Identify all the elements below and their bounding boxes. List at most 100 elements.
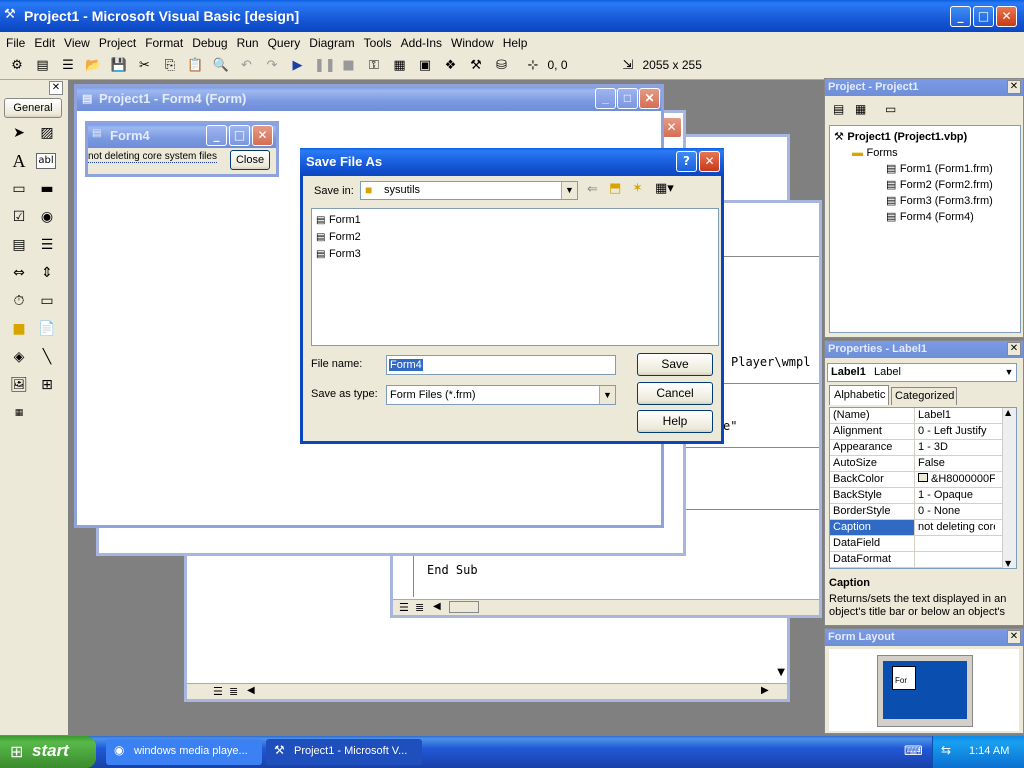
properties-icon[interactable]: ▦	[391, 57, 409, 75]
line-tool-icon[interactable]: ╲	[36, 346, 58, 368]
find-icon[interactable]: 🔍	[212, 57, 230, 75]
scroll-up-icon[interactable]: ▲	[1005, 408, 1011, 417]
code-window-back-scrollbar[interactable]: ☰ ≣ ◀ ▶	[187, 683, 787, 699]
list-item[interactable]: ▤ Form3	[316, 247, 361, 260]
undo-icon[interactable]: ↶	[238, 57, 256, 75]
property-scrollbar[interactable]: ▲ ▼	[1002, 408, 1016, 568]
scroll-down-icon[interactable]: ▼	[777, 667, 785, 678]
dialog-close-button[interactable]: ✕	[699, 151, 720, 172]
image-tool-icon[interactable]: 🖼	[8, 374, 30, 396]
form-position-thumbnail[interactable]: For	[892, 666, 916, 690]
network-icon[interactable]: ⇆	[941, 743, 951, 757]
procedure-view-icon[interactable]: ☰	[399, 601, 409, 614]
data-view-icon[interactable]: ⛁	[493, 57, 511, 75]
clock[interactable]: 1:14 AM	[969, 745, 1009, 757]
form4-close-button[interactable]: ✕	[252, 125, 273, 146]
ole-tool-icon[interactable]: ▦	[8, 402, 30, 424]
dialog-help-button[interactable]: ?	[676, 151, 697, 172]
property-row[interactable]: BackStyle 1 - Opaque	[830, 488, 1016, 504]
start-button[interactable]: ⊞ start	[0, 736, 96, 768]
tree-folder[interactable]: ▬ Forms	[852, 146, 898, 159]
property-row[interactable]: Appearance 1 - 3D	[830, 440, 1016, 456]
new-folder-icon[interactable]: ✶	[632, 181, 643, 196]
form-layout-close-icon[interactable]: ✕	[1007, 630, 1021, 644]
chevron-down-icon[interactable]: ▼	[1002, 364, 1016, 381]
property-row[interactable]: DataField	[830, 536, 1016, 552]
drivelistbox-tool-icon[interactable]: ▭	[36, 290, 58, 312]
copy-icon[interactable]: ⎘	[161, 57, 179, 75]
code-window-hscroll[interactable]: ☰ ≣ ◀	[393, 599, 819, 615]
paste-icon[interactable]: 📋	[187, 57, 205, 75]
toolbox-icon[interactable]: ⚒	[467, 57, 485, 75]
procedure-view-icon[interactable]: ☰	[213, 685, 223, 698]
toolbox-close-icon[interactable]: ✕	[49, 81, 63, 95]
timer-tool-icon[interactable]: ⏱	[8, 290, 30, 312]
view-menu-icon[interactable]: ▦▾	[655, 181, 674, 196]
designer-close-button[interactable]: ✕	[639, 88, 660, 109]
full-module-view-icon[interactable]: ≣	[415, 601, 424, 614]
tree-item[interactable]: ▤ Form3 (Form3.frm)	[886, 194, 993, 207]
property-row-selected[interactable]: Caption not deleting core	[830, 520, 1016, 536]
label-tool-icon[interactable]: A	[8, 150, 30, 172]
designer-maximize-button[interactable]: □	[617, 88, 638, 109]
optionbutton-tool-icon[interactable]: ◉	[36, 206, 58, 228]
form4-label[interactable]: not deleting core system files	[88, 151, 217, 163]
list-item[interactable]: ▤ Form1	[316, 213, 361, 226]
tab-alphabetic[interactable]: Alphabetic	[829, 385, 889, 405]
form-layout-icon[interactable]: ▣	[416, 57, 434, 75]
menu-format[interactable]: Format	[145, 36, 183, 50]
menu-window[interactable]: Window	[451, 36, 494, 50]
property-row[interactable]: Alignment 0 - Left Justify	[830, 424, 1016, 440]
combobox-tool-icon[interactable]: ▤	[8, 234, 30, 256]
hscrollbar-tool-icon[interactable]: ⇔	[8, 262, 30, 284]
property-grid[interactable]: (Name) Label1 Alignment 0 - Left Justify A…	[829, 407, 1017, 569]
save-type-combo[interactable]: Form Files (*.frm) ▼	[386, 385, 616, 405]
property-row[interactable]: AutoSize False	[830, 456, 1016, 472]
property-row[interactable]: BackColor &H8000000F	[830, 472, 1016, 488]
keyboard-icon[interactable]: ⌨	[904, 744, 923, 759]
form4-minimize-button[interactable]: _	[206, 125, 227, 146]
run-icon[interactable]: ▶	[289, 57, 307, 75]
designer-minimize-button[interactable]: _	[595, 88, 616, 109]
tree-item[interactable]: ▤ Form2 (Form2.frm)	[886, 178, 993, 191]
textbox-tool-icon[interactable]: abl	[36, 153, 56, 169]
dirlistbox-tool-icon[interactable]: ■	[8, 318, 30, 340]
help-button[interactable]: Help	[637, 410, 713, 433]
tree-item[interactable]: ▤ Form4 (Form4)	[886, 210, 974, 223]
scroll-down-icon[interactable]: ▼	[1005, 559, 1011, 568]
taskbar-item-wmp[interactable]: ◉ windows media playe...	[106, 739, 262, 765]
full-module-view-icon[interactable]: ≣	[229, 685, 238, 698]
tree-root[interactable]: ⚒ Project1 (Project1.vbp)	[834, 130, 967, 143]
filelistbox-tool-icon[interactable]: 📄	[36, 318, 58, 340]
listbox-tool-icon[interactable]: ☰	[36, 234, 58, 256]
frame-tool-icon[interactable]: ▭	[8, 178, 30, 200]
property-row[interactable]: DataFormat	[830, 552, 1016, 568]
add-project-icon[interactable]: ⚙	[8, 57, 26, 75]
behind-close-button[interactable]: ✕	[661, 117, 682, 138]
project-explorer-icon[interactable]: ⚿	[365, 57, 383, 75]
chevron-down-icon[interactable]: ▼	[599, 386, 615, 404]
view-code-icon[interactable]: ▤	[833, 102, 844, 116]
shape-tool-icon[interactable]: ◈	[8, 346, 30, 368]
vb-app-icon[interactable]: ⚒	[4, 7, 20, 23]
object-browser-icon[interactable]: ❖	[442, 57, 460, 75]
form4-close-command[interactable]: Close	[230, 150, 270, 170]
scroll-left-icon[interactable]: ◀	[433, 601, 441, 612]
close-button[interactable]: ✕	[996, 6, 1017, 27]
menu-file[interactable]: File	[6, 36, 25, 50]
view-object-icon[interactable]: ▦	[855, 102, 866, 116]
maximize-button[interactable]: □	[973, 6, 994, 27]
menu-debug[interactable]: Debug	[192, 36, 227, 50]
list-item[interactable]: ▤ Form2	[316, 230, 361, 243]
menu-diagram[interactable]: Diagram	[309, 36, 354, 50]
menu-project[interactable]: Project	[99, 36, 136, 50]
project-explorer-close-icon[interactable]: ✕	[1007, 80, 1021, 94]
picturebox-tool-icon[interactable]: ▨	[36, 122, 58, 144]
cancel-button[interactable]: Cancel	[637, 382, 713, 405]
property-row[interactable]: (Name) Label1	[830, 408, 1016, 424]
object-combo[interactable]: Label1 Label ▼	[827, 363, 1017, 382]
redo-icon[interactable]: ↷	[263, 57, 281, 75]
menu-query[interactable]: Query	[268, 36, 301, 50]
property-row[interactable]: BorderStyle 0 - None	[830, 504, 1016, 520]
commandbutton-tool-icon[interactable]: ▬	[36, 178, 58, 200]
